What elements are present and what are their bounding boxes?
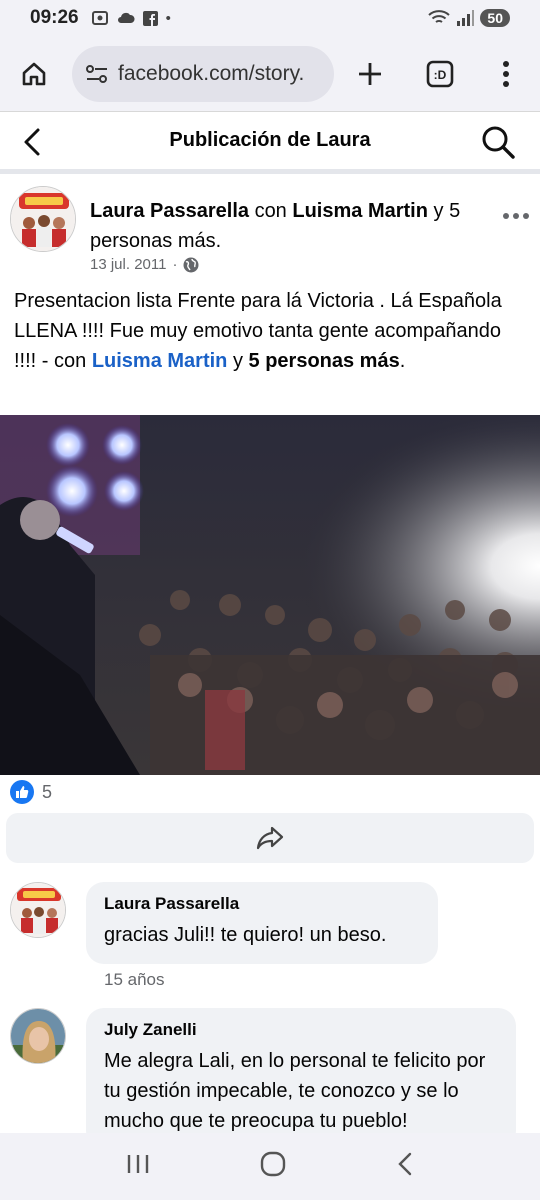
comment-bubble: Laura Passarella gracias Juli!! te quier…	[86, 882, 438, 964]
with-word: con	[254, 200, 287, 222]
post-date[interactable]: 13 jul. 2011	[90, 256, 166, 273]
status-time: 09:26	[30, 7, 79, 28]
post-end: .	[399, 350, 406, 372]
tagged-name[interactable]: Luisma Martin	[292, 200, 428, 222]
post-author-line: Laura Passarella con Luisma Martin y 5 p…	[90, 196, 480, 256]
battery-indicator: 50	[480, 9, 510, 27]
comment-avatar[interactable]	[10, 882, 66, 938]
comment-text: Me alegra Lali, en lo personal te felici…	[104, 1050, 486, 1132]
system-nav-bar	[0, 1133, 540, 1200]
site-settings-icon	[86, 64, 107, 83]
globe-icon	[183, 257, 199, 272]
author-avatar[interactable]	[10, 186, 76, 252]
post-meta: 13 jul. 2011 ·	[90, 256, 199, 273]
reactions-summary[interactable]: 5	[10, 780, 52, 804]
back-button[interactable]	[18, 126, 48, 163]
post-options-button[interactable]	[502, 200, 530, 226]
post-photo[interactable]	[0, 415, 540, 775]
address-bar[interactable]: facebook.com/story.	[72, 45, 334, 102]
page-title: Publicación de Laura	[169, 129, 371, 151]
tabs-icon: :D	[426, 60, 454, 87]
comment-author[interactable]: Laura Passarella	[104, 894, 420, 914]
comment-text: gracias Juli!! te quiero! un beso.	[104, 924, 387, 946]
more-horizontal-icon	[503, 213, 529, 219]
notification-icons: •	[91, 10, 171, 27]
comment-avatar[interactable]	[10, 1008, 66, 1064]
home-circle-icon	[260, 1151, 286, 1177]
back-arrow-icon	[24, 128, 40, 156]
back-chevron-icon	[398, 1152, 412, 1176]
post-tag-link[interactable]: Luisma Martin	[92, 350, 228, 372]
dot-icon: •	[165, 9, 171, 27]
post-text: Presentacion lista Frente para lá Victor…	[14, 286, 526, 376]
status-right: 50	[428, 9, 510, 27]
tabs-button[interactable]: :D	[420, 54, 460, 94]
comment-author[interactable]: July Zanelli	[104, 1020, 498, 1040]
back-nav-button[interactable]	[395, 1151, 415, 1182]
likes-count: 5	[42, 781, 53, 802]
plus-icon	[359, 62, 381, 85]
browser-menu-button[interactable]	[486, 54, 526, 94]
browser-toolbar: facebook.com/story. :D	[0, 36, 540, 112]
home-button[interactable]	[14, 54, 54, 94]
svg-text::D: :D	[434, 68, 447, 82]
post-and: y	[227, 350, 249, 372]
kebab-menu-icon	[503, 60, 509, 87]
comment: July Zanelli Me alegra Lali, en lo perso…	[10, 1008, 530, 1133]
recent-apps-icon	[127, 1155, 148, 1173]
url-text: facebook.com/story.	[118, 61, 305, 85]
comment-bubble: July Zanelli Me alegra Lali, en lo perso…	[86, 1008, 516, 1133]
and-word: y	[433, 200, 444, 222]
search-icon	[482, 126, 515, 159]
cloud-icon	[117, 12, 135, 23]
screenshot-icon	[91, 11, 108, 25]
home-icon	[22, 62, 46, 85]
share-icon	[256, 826, 284, 850]
new-tab-button[interactable]	[350, 54, 390, 94]
status-bar: 09:26 • 50	[0, 0, 540, 36]
comment-time[interactable]: 15 años	[104, 970, 165, 990]
comment: Laura Passarella gracias Juli!! te quier…	[10, 882, 530, 992]
recent-apps-button[interactable]	[125, 1153, 151, 1180]
share-button[interactable]	[6, 813, 534, 863]
page-header: Publicación de Laura	[0, 112, 540, 174]
home-nav-button[interactable]	[260, 1151, 286, 1182]
facebook-icon	[142, 10, 158, 26]
signal-icon	[457, 10, 475, 26]
author-name[interactable]: Laura Passarella	[90, 200, 249, 222]
post-others-link[interactable]: 5 personas más	[249, 350, 400, 372]
like-reaction-icon	[10, 780, 34, 804]
meta-separator: ·	[172, 256, 178, 273]
wifi-icon	[428, 10, 451, 23]
search-button[interactable]	[480, 124, 516, 165]
